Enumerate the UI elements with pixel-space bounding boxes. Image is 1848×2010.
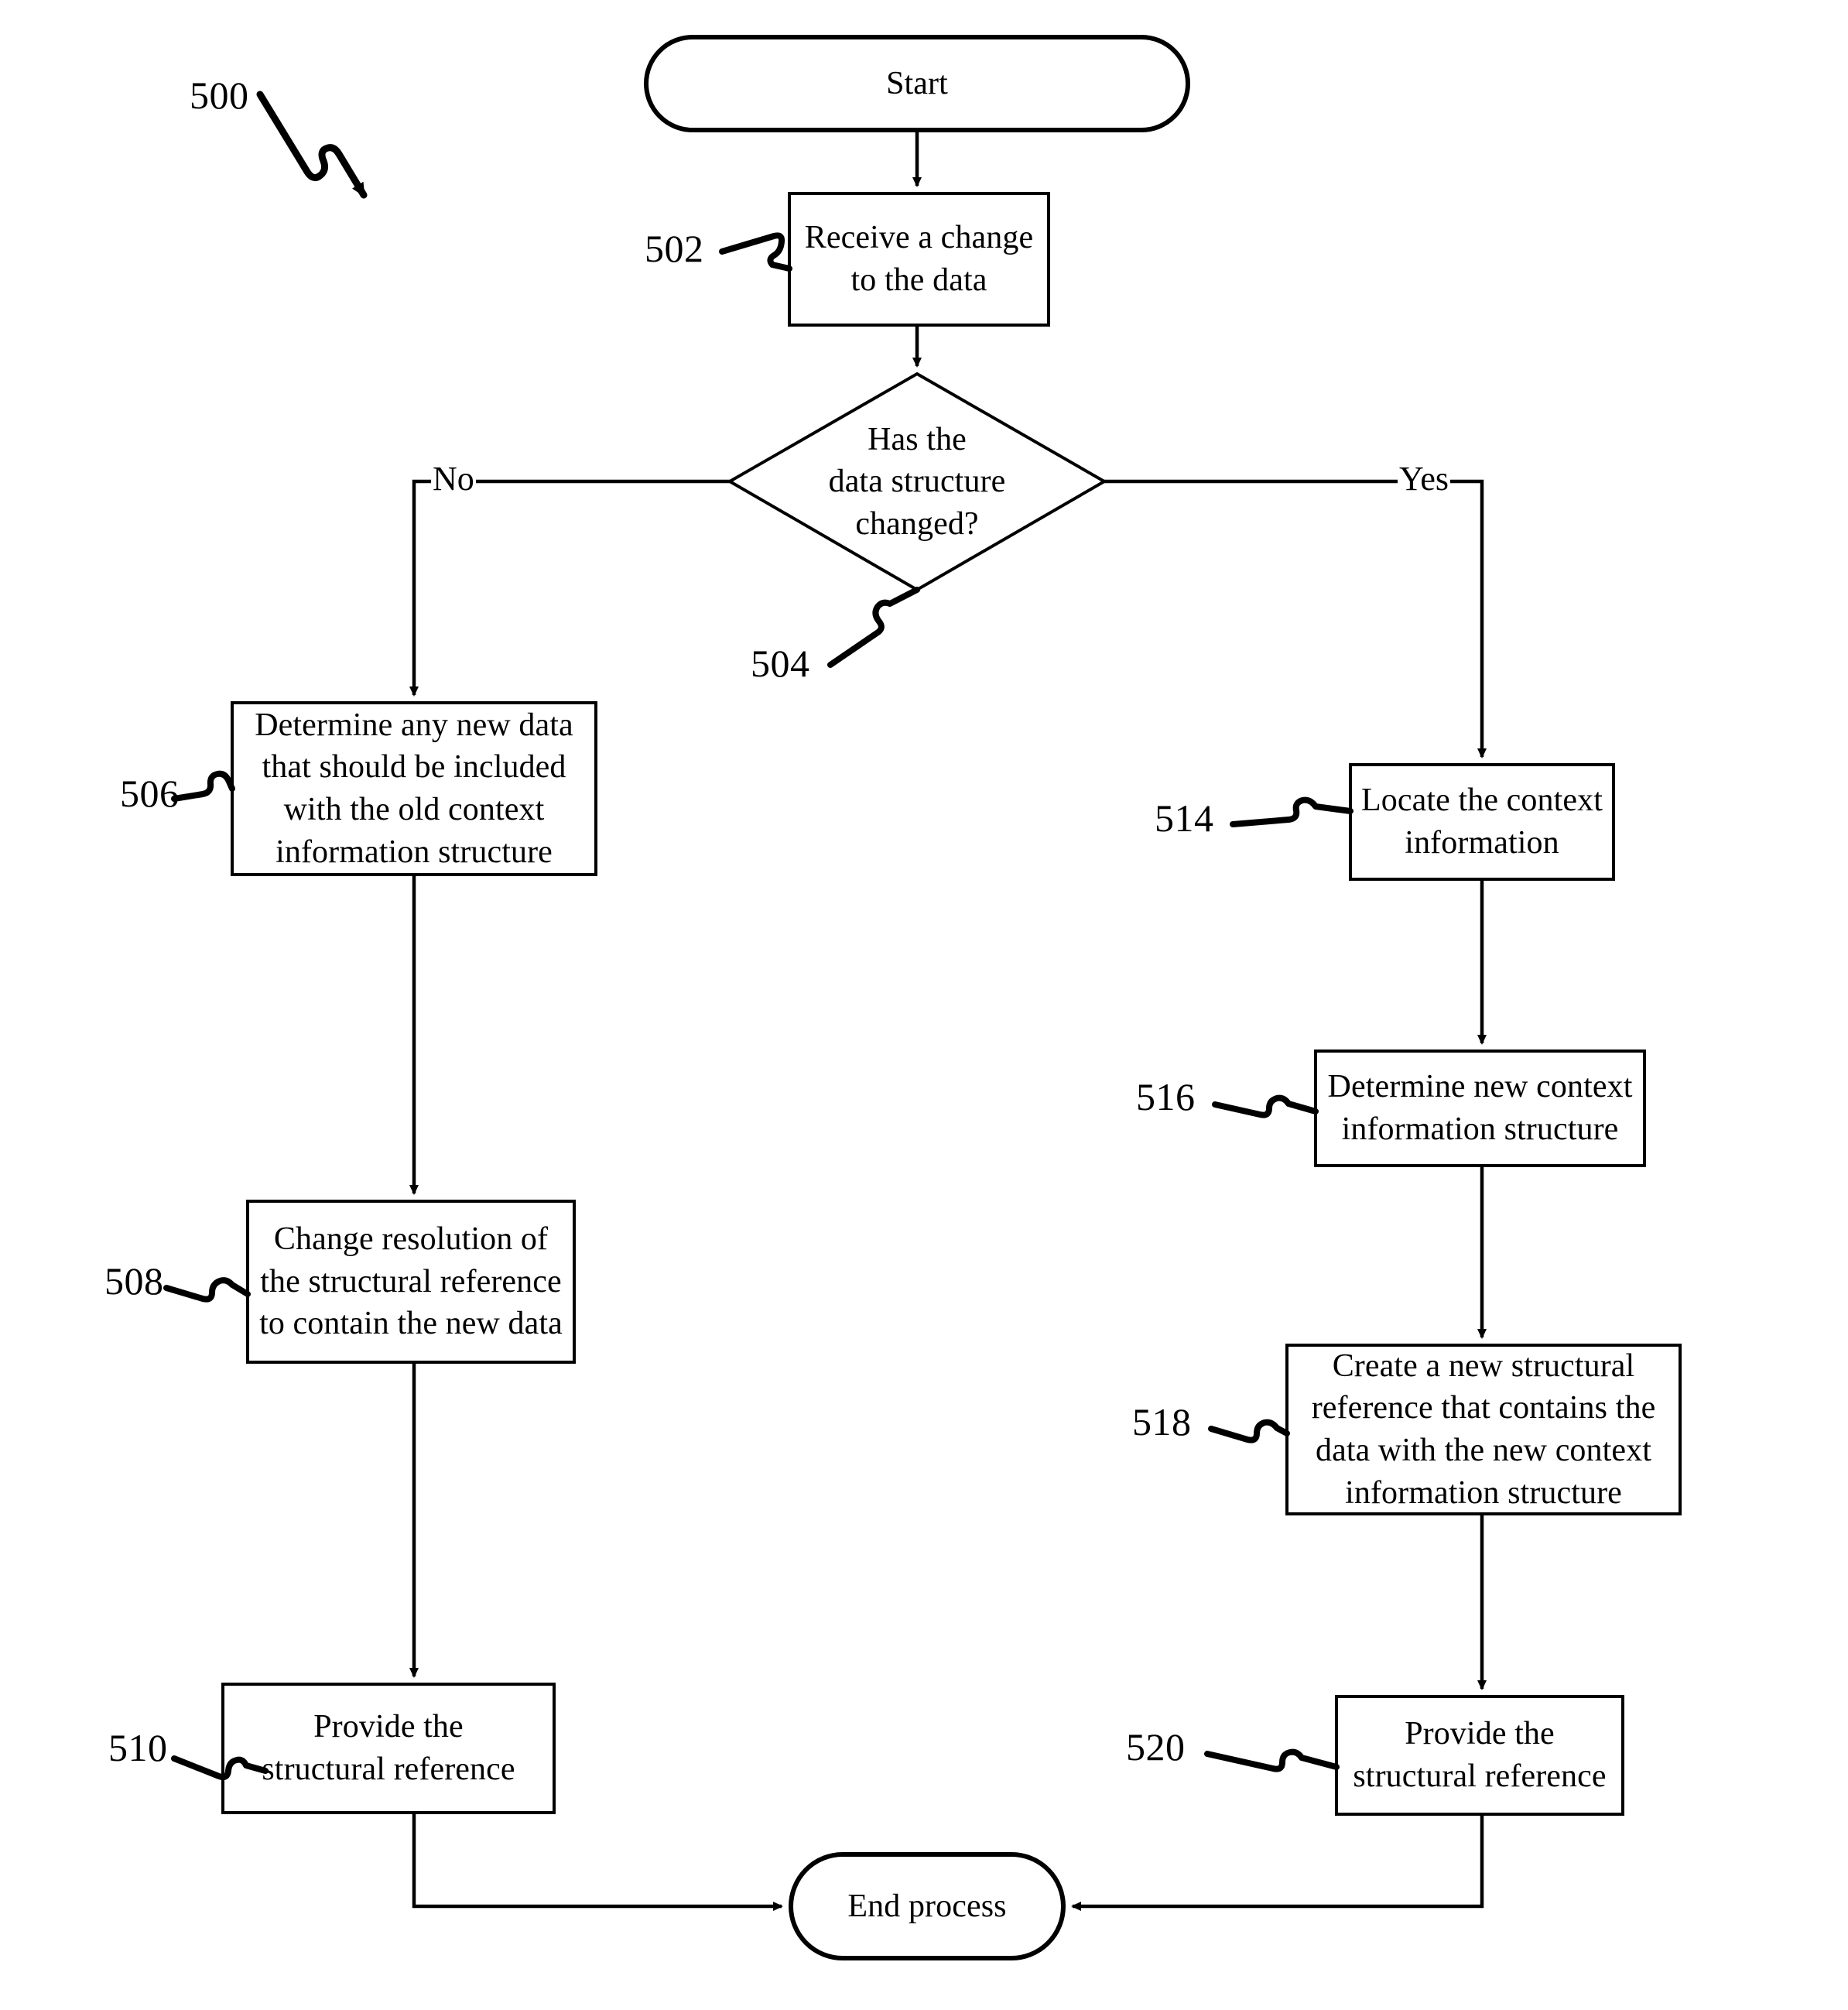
step-508-box	[246, 1200, 576, 1364]
flowchart-graphics	[163, 35, 1682, 1960]
ref-514-label: 514	[1155, 796, 1214, 840]
branch-label-yes: Yes	[1398, 460, 1451, 498]
figure-canvas: 500 Start 502 Receive a change to the da…	[0, 0, 1848, 2010]
ref-508-label: 508	[104, 1259, 164, 1303]
ref-506-label: 506	[120, 772, 180, 815]
ref-508-leader	[163, 1277, 251, 1303]
ref-504-leader	[827, 587, 920, 668]
start-terminator-shape	[644, 35, 1190, 132]
ref-514-leader	[1230, 796, 1353, 827]
step-514-box	[1349, 763, 1615, 881]
ref-502-leader	[719, 232, 792, 272]
ref-504-label: 504	[751, 642, 810, 685]
step-510-box	[221, 1683, 556, 1814]
step-520-box	[1335, 1695, 1624, 1816]
step-516-box	[1314, 1050, 1646, 1167]
ref-502-label: 502	[645, 227, 704, 270]
step-506-box	[231, 701, 597, 876]
ref-510-label: 510	[108, 1726, 168, 1769]
ref-520-leader	[1204, 1748, 1340, 1772]
figure-number-label: 500	[190, 74, 249, 117]
connector-510-to-end	[412, 1813, 783, 1911]
ref-520-label: 520	[1126, 1725, 1186, 1769]
figure-500-leader-arrow	[256, 91, 368, 199]
branch-label-no: No	[431, 460, 476, 498]
ref-516-label: 516	[1136, 1075, 1196, 1118]
connector-520-to-end	[1071, 1814, 1484, 1911]
connector-504-no-to-506	[409, 479, 730, 697]
ref-506-leader	[171, 770, 235, 802]
end-terminator-shape	[789, 1852, 1066, 1960]
ref-518-leader	[1208, 1419, 1290, 1443]
ref-516-leader	[1212, 1094, 1319, 1118]
ref-518-label: 518	[1132, 1400, 1192, 1443]
decision-504-diamond	[726, 372, 1108, 592]
step-502-box	[788, 192, 1050, 327]
step-518-box	[1285, 1344, 1682, 1515]
connector-504-yes-to-514	[1104, 479, 1487, 758]
